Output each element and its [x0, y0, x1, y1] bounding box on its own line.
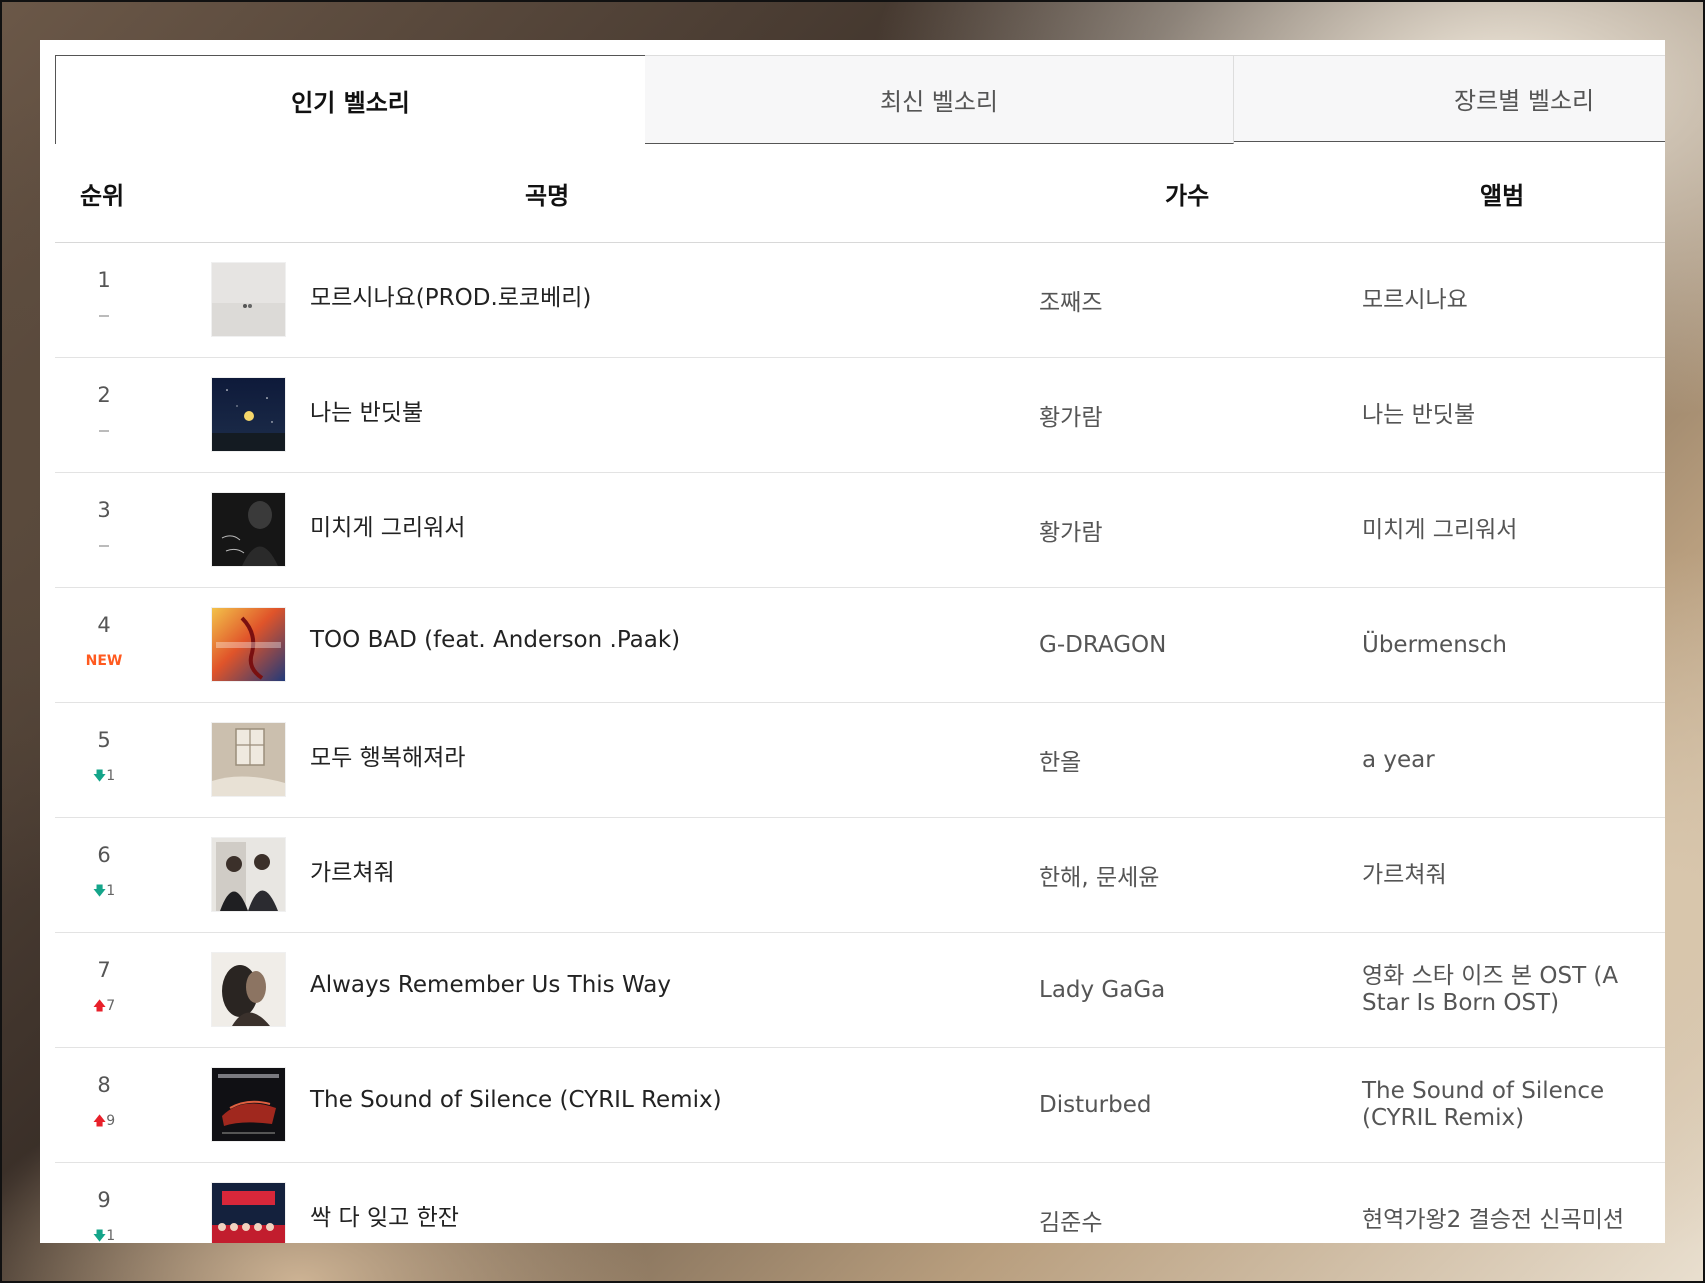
song-title[interactable]: 나는 반딧불: [310, 358, 950, 472]
dash-icon: [99, 545, 109, 547]
album-cover[interactable]: [212, 378, 285, 451]
header-song: 곡명: [525, 181, 570, 210]
album-cover[interactable]: [212, 838, 285, 911]
rank-change-up: 🡅7: [55, 997, 153, 1015]
table-row[interactable]: 4 NEW TOO BAD (feat. Anderson .Paak) G-D…: [55, 588, 1665, 703]
rank-change-down: 🡇1: [55, 1227, 153, 1243]
header-album: 앨범: [1480, 181, 1525, 210]
artist-name[interactable]: G-DRAGON: [1039, 588, 1339, 702]
artist-name[interactable]: Disturbed: [1039, 1048, 1339, 1162]
table-row[interactable]: 5 🡇1 모두 행복해져라 한올 a year: [55, 703, 1665, 818]
tab-latest[interactable]: 최신 벨소리: [645, 55, 1234, 144]
cover-window-room-icon: [212, 723, 285, 796]
song-title[interactable]: 모르시나요(PROD.로코베리): [310, 243, 950, 357]
artist-name[interactable]: 황가람: [1039, 358, 1339, 472]
song-title[interactable]: 싹 다 잊고 한잔: [310, 1163, 950, 1243]
table-row[interactable]: 3 미치게 그리워서 황가람 미치게 그리워서: [55, 473, 1665, 588]
cover-two-men-icon: [212, 838, 285, 911]
table-header: 순위 곡명 가수 앨범: [55, 144, 1665, 243]
artist-name[interactable]: 황가람: [1039, 473, 1339, 587]
cover-hyunyeok-gawang-icon: [212, 1183, 285, 1243]
table-row[interactable]: 8 🡅9 The Sound of Silence (CYRIL Remix) …: [55, 1048, 1665, 1163]
album-cover[interactable]: [212, 1183, 285, 1243]
album-name[interactable]: 나는 반딧불: [1362, 358, 1662, 472]
rank-change-down: 🡇1: [55, 882, 153, 900]
album-name[interactable]: 모르시나요: [1362, 243, 1662, 357]
album-cover[interactable]: [212, 723, 285, 796]
rank-change-value: 1: [106, 768, 116, 784]
arrow-down-icon: 🡇: [92, 884, 107, 899]
rank-number: 6: [97, 843, 111, 867]
song-title[interactable]: 가르쳐줘: [310, 818, 950, 932]
rank-change-same: [55, 422, 153, 440]
rank-number: 4: [97, 613, 111, 637]
song-title[interactable]: 미치게 그리워서: [310, 473, 950, 587]
arrow-up-icon: 🡅: [92, 1114, 107, 1129]
cover-disturbed-icon: [212, 1068, 285, 1141]
artist-name[interactable]: 한해, 문세윤: [1039, 818, 1339, 932]
table-row[interactable]: 7 🡅7 Always Remember Us This Way Lady Ga…: [55, 933, 1665, 1048]
rank-change-value: 1: [106, 1228, 116, 1243]
rank-change-value: 7: [106, 998, 116, 1014]
arrow-down-icon: 🡇: [92, 769, 107, 784]
song-title[interactable]: TOO BAD (feat. Anderson .Paak): [310, 588, 950, 702]
table-row[interactable]: 9 🡇1 싹 다 잊고 한잔 김준수 현역가왕2 결승전 신곡미션: [55, 1163, 1665, 1243]
rank-change-value: 1: [106, 883, 116, 899]
cover-ubermensch-icon: [212, 608, 285, 681]
rank-number: 3: [97, 498, 111, 522]
rank-change-value: 9: [106, 1113, 116, 1129]
artist-name[interactable]: 김준수: [1039, 1163, 1339, 1243]
album-name[interactable]: 가르쳐줘: [1362, 818, 1662, 932]
arrow-down-icon: 🡇: [92, 1229, 107, 1243]
chart-list: 1 모르시나요(PROD.로코베리) 조째즈 모르시나요 2 나는 반딧불 황가…: [55, 243, 1665, 1243]
album-cover[interactable]: [212, 608, 285, 681]
album-cover[interactable]: [212, 493, 285, 566]
song-title[interactable]: The Sound of Silence (CYRIL Remix): [310, 1048, 950, 1162]
cover-portrait-dark-icon: [212, 493, 285, 566]
song-title[interactable]: Always Remember Us This Way: [310, 933, 950, 1047]
header-rank: 순위: [80, 181, 125, 210]
song-title[interactable]: 모두 행복해져라: [310, 703, 950, 817]
album-name[interactable]: 미치게 그리워서: [1362, 473, 1662, 587]
cover-star-is-born-icon: [212, 953, 285, 1026]
new-badge: NEW: [85, 653, 123, 669]
album-cover[interactable]: [212, 263, 285, 336]
cover-misty-landscape-icon: [212, 263, 285, 336]
tab-genre[interactable]: 장르별 벨소리: [1234, 55, 1665, 142]
rank-change-same: [55, 307, 153, 325]
arrow-up-icon: 🡅: [92, 999, 107, 1014]
rank-change-up: 🡅9: [55, 1112, 153, 1130]
album-name[interactable]: 현역가왕2 결승전 신곡미션: [1362, 1163, 1662, 1243]
rank-change-new: NEW: [55, 652, 153, 670]
album-name[interactable]: The Sound of Silence (CYRIL Remix): [1362, 1048, 1662, 1162]
album-cover[interactable]: [212, 953, 285, 1026]
artist-name[interactable]: 한올: [1039, 703, 1339, 817]
album-name[interactable]: Übermensch: [1362, 588, 1662, 702]
table-row[interactable]: 6 🡇1 가르쳐줘 한해, 문세윤 가르쳐줘: [55, 818, 1665, 933]
cover-night-sky-firefly-icon: [212, 378, 285, 451]
album-name[interactable]: 영화 스타 이즈 본 OST (A Star Is Born OST): [1362, 933, 1662, 1047]
rank-number: 1: [97, 268, 111, 292]
table-row[interactable]: 1 모르시나요(PROD.로코베리) 조째즈 모르시나요: [55, 243, 1665, 358]
rank-change-down: 🡇1: [55, 767, 153, 785]
rank-number: 9: [97, 1188, 111, 1212]
rank-number: 8: [97, 1073, 111, 1097]
artist-name[interactable]: 조째즈: [1039, 243, 1339, 357]
ringtone-chart-panel: 인기 벨소리 최신 벨소리 장르별 벨소리 순위 곡명 가수 앨범 1 모르시나…: [40, 40, 1665, 1243]
album-cover[interactable]: [212, 1068, 285, 1141]
rank-number: 5: [97, 728, 111, 752]
artist-name[interactable]: Lady GaGa: [1039, 933, 1339, 1047]
rank-number: 7: [97, 958, 111, 982]
table-row[interactable]: 2 나는 반딧불 황가람 나는 반딧불: [55, 358, 1665, 473]
dash-icon: [99, 430, 109, 432]
tab-popular[interactable]: 인기 벨소리: [55, 55, 646, 144]
album-name[interactable]: a year: [1362, 703, 1662, 817]
rank-number: 2: [97, 383, 111, 407]
header-artist: 가수: [1165, 181, 1210, 210]
rank-change-same: [55, 537, 153, 555]
tab-bar: 인기 벨소리 최신 벨소리 장르별 벨소리: [55, 55, 1665, 144]
dash-icon: [99, 315, 109, 317]
